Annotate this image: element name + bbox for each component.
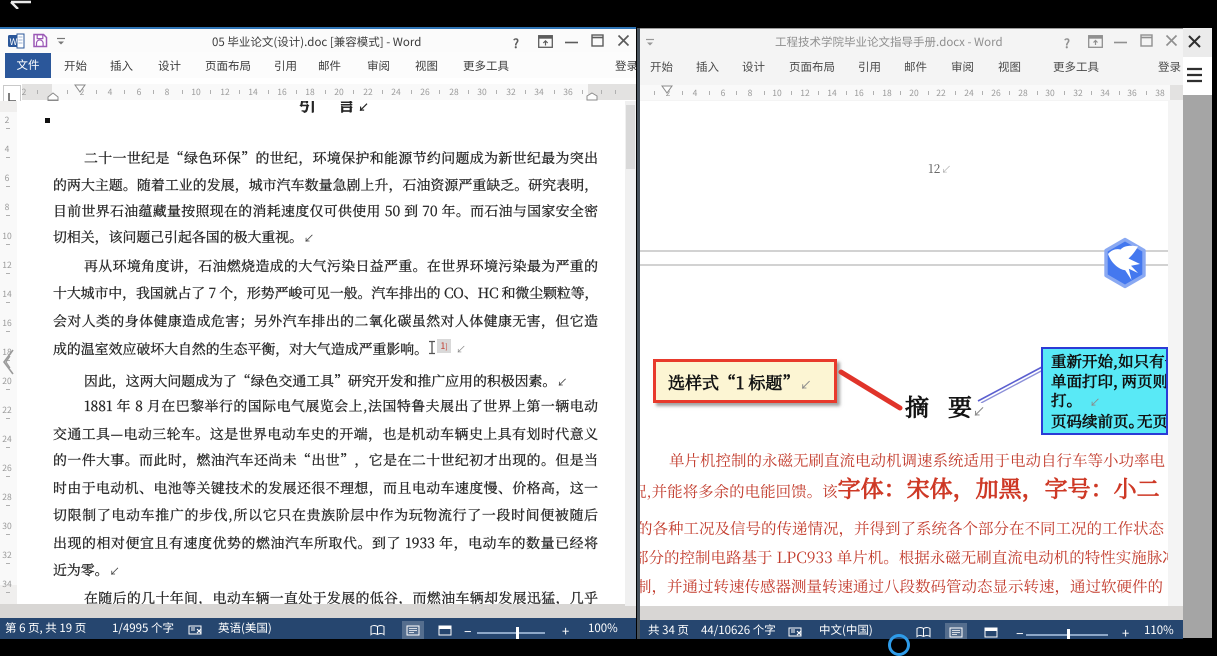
svg-text:W: W xyxy=(10,35,18,48)
